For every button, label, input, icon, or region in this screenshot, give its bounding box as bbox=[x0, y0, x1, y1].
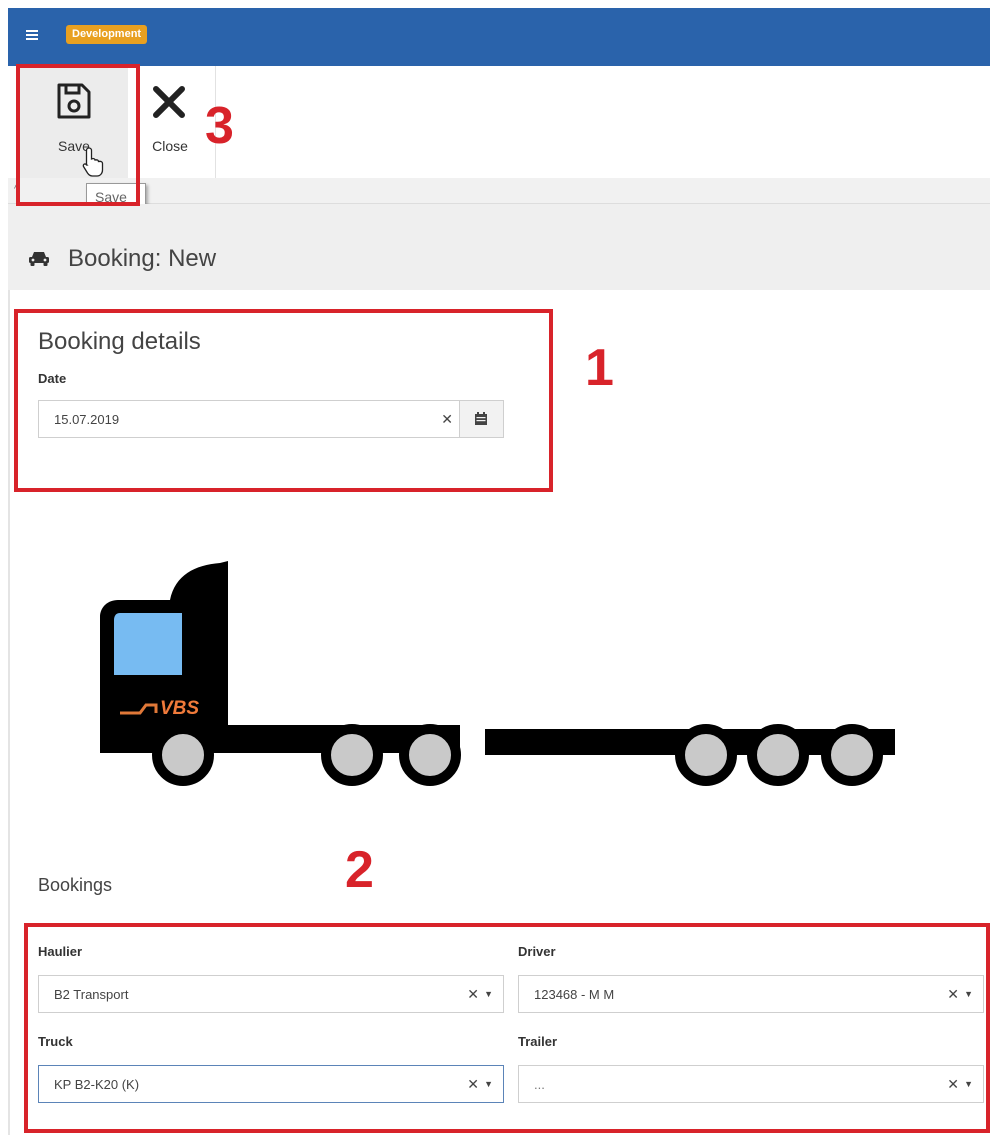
annotation-number-2: 2 bbox=[345, 841, 374, 899]
close-button-label: Close bbox=[152, 138, 188, 154]
environment-badge: Development bbox=[66, 25, 148, 44]
left-rule bbox=[8, 204, 10, 1135]
hamburger-icon[interactable] bbox=[26, 30, 38, 40]
vbs-logo-text: VBS bbox=[160, 698, 199, 719]
close-x-icon bbox=[153, 86, 185, 118]
annotation-box-bookings bbox=[24, 923, 990, 1133]
annotation-number-3: 3 bbox=[205, 97, 234, 155]
car-icon bbox=[29, 252, 49, 266]
top-navigation-bar: Development bbox=[8, 8, 990, 66]
annotation-number-1: 1 bbox=[585, 339, 614, 397]
toolbar-collapse-strip bbox=[8, 178, 990, 204]
truck-illustration: VBS bbox=[100, 561, 895, 786]
close-button[interactable]: Close bbox=[140, 66, 200, 178]
bookings-title: Bookings bbox=[38, 875, 113, 895]
page-header: Booking: New bbox=[8, 204, 990, 290]
annotation-box-booking-details bbox=[14, 309, 553, 492]
page-title: Booking: New bbox=[68, 245, 217, 272]
annotation-box-save bbox=[16, 64, 140, 206]
